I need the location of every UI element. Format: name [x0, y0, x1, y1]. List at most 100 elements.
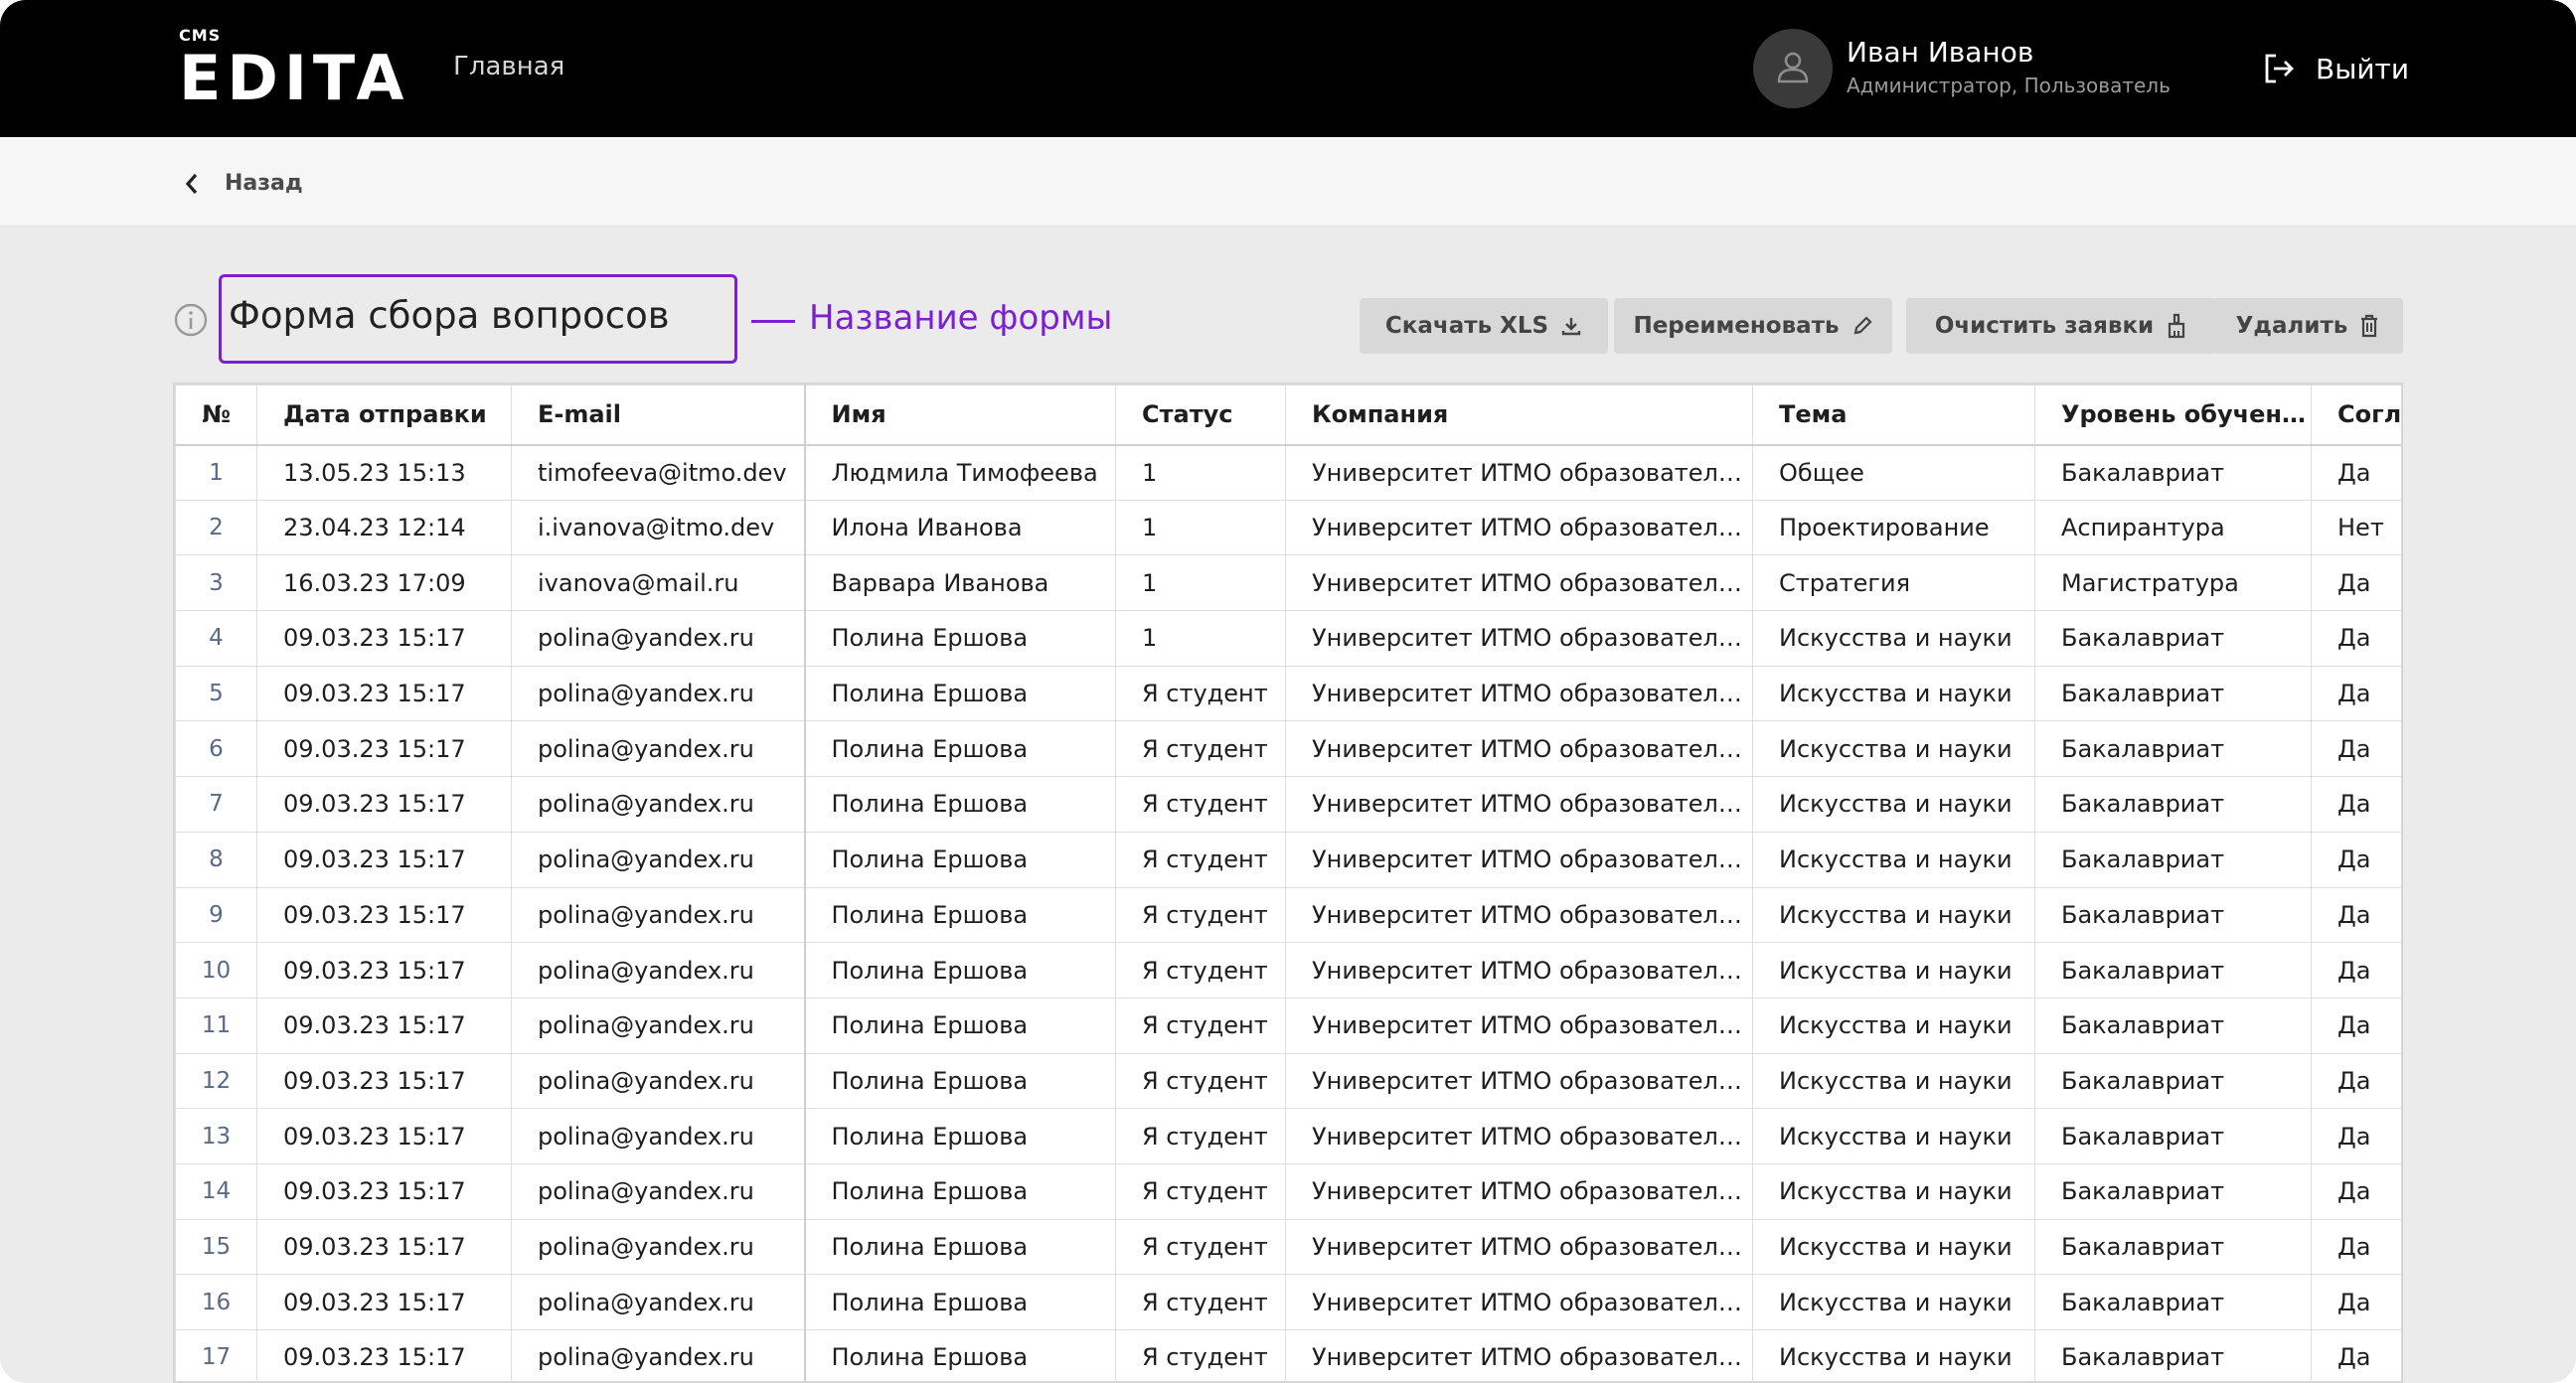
cell-name: Полина Ершова [804, 831, 1116, 888]
cell-name: Полина Ершова [804, 610, 1116, 667]
cell-num: 14 [175, 1162, 257, 1220]
nav-home-link[interactable]: Главная [453, 52, 564, 81]
cell-level: Бакалавриат [2034, 610, 2312, 667]
cell-status: Я студент [1115, 665, 1286, 722]
table-row[interactable]: 16 09.03.23 15:17 polina@yandex.ru Полина Е… [175, 1274, 2401, 1330]
cell-name: Полина Ершова [804, 942, 1116, 999]
table-row[interactable]: 6 09.03.23 15:17 polina@yandex.ru Полина Ер… [175, 720, 2401, 778]
table-row[interactable]: 17 09.03.23 15:17 polina@yandex.ru Полина Е… [175, 1329, 2401, 1381]
cell-level: Бакалавриат [2034, 1052, 2312, 1110]
cell-date: 09.03.23 15:17 [256, 665, 512, 722]
cell-status: Я студент [1115, 886, 1286, 944]
cell-num: 7 [175, 776, 257, 833]
table-header-row: № Дата отправки E-mail Имя Статус Компания Тем… [175, 384, 2401, 446]
cell-company: Университет ИТМО образовательное учрежде… [1285, 499, 1753, 556]
cms-logo[interactable]: CMS EDITA [179, 28, 409, 109]
cell-name: Варвара Иванова [804, 554, 1116, 612]
table-row[interactable]: 7 09.03.23 15:17 polina@yandex.ru Полина Ер… [175, 776, 2401, 833]
cell-email: polina@yandex.ru [511, 1329, 806, 1381]
cell-topic: Искусства и науки [1752, 1052, 2035, 1110]
cell-num: 13 [175, 1108, 257, 1164]
back-button[interactable]: Назад [185, 171, 303, 196]
table-row[interactable]: 11 09.03.23 15:17 polina@yandex.ru Полина Е… [175, 997, 2401, 1054]
cell-level: Бакалавриат [2034, 1108, 2312, 1164]
cell-name: Полина Ершова [804, 720, 1116, 778]
clear-requests-button[interactable]: Очистить заявки [1906, 298, 2216, 354]
annotation-label: Название формы [809, 298, 1113, 338]
cell-date: 09.03.23 15:17 [256, 886, 512, 944]
cell-status: 1 [1115, 444, 1286, 501]
cell-company: Университет ИТМО образовательное учрежде… [1285, 997, 1753, 1054]
page-title: Форма сбора вопросов [229, 294, 670, 337]
column-header-email[interactable]: E-mail [511, 384, 806, 446]
cell-num: 5 [175, 665, 257, 722]
cell-email: polina@yandex.ru [511, 1162, 806, 1220]
table-row[interactable]: 10 09.03.23 15:17 polina@yandex.ru Полина Е… [175, 942, 2401, 999]
info-icon[interactable] [173, 302, 209, 338]
column-header-num[interactable]: № [175, 384, 257, 446]
logout-button[interactable]: Выйти [2262, 52, 2409, 85]
top-navbar: CMS EDITA Главная Иван Иванов Администра… [0, 0, 2576, 137]
table-row[interactable]: 3 16.03.23 17:09 ivanova@mail.ru Варвара Ив… [175, 554, 2401, 612]
breadcrumb-bar: Назад [0, 137, 2576, 227]
delete-button[interactable]: Удалить [2212, 298, 2403, 354]
cell-topic: Искусства и науки [1752, 720, 2035, 778]
table-row[interactable]: 1 13.05.23 15:13 timofeeva@itmo.dev Людмила… [175, 444, 2401, 501]
rename-button[interactable]: Переименовать [1614, 298, 1892, 354]
cell-topic: Искусства и науки [1752, 1274, 2035, 1330]
table-row[interactable]: 15 09.03.23 15:17 polina@yandex.ru Полина Е… [175, 1218, 2401, 1276]
cell-date: 09.03.23 15:17 [256, 1162, 512, 1220]
table-row[interactable]: 8 09.03.23 15:17 polina@yandex.ru Полина Ер… [175, 831, 2401, 888]
cell-level: Бакалавриат [2034, 720, 2312, 778]
column-header-status[interactable]: Статус [1115, 384, 1286, 446]
table-row[interactable]: 2 23.04.23 12:14 i.ivanova@itmo.dev Илона И… [175, 499, 2401, 556]
cell-consent: Да [2311, 942, 2401, 999]
avatar[interactable] [1753, 29, 1833, 108]
cell-topic: Искусства и науки [1752, 1162, 2035, 1220]
column-header-company[interactable]: Компания [1285, 384, 1753, 446]
column-header-topic[interactable]: Тема [1752, 384, 2035, 446]
table-row[interactable]: 5 09.03.23 15:17 polina@yandex.ru Полина Ер… [175, 665, 2401, 722]
cell-topic: Общее [1752, 444, 2035, 501]
cell-name: Полина Ершова [804, 1274, 1116, 1330]
cell-email: polina@yandex.ru [511, 1274, 806, 1330]
trash-icon [2361, 314, 2378, 338]
cell-status: 1 [1115, 610, 1286, 667]
column-header-date[interactable]: Дата отправки [256, 384, 512, 446]
cell-topic: Искусства и науки [1752, 1329, 2035, 1381]
column-header-level[interactable]: Уровень обучения [2034, 384, 2312, 446]
cell-level: Бакалавриат [2034, 886, 2312, 944]
cell-topic: Искусства и науки [1752, 665, 2035, 722]
table-row[interactable]: 9 09.03.23 15:17 polina@yandex.ru Полина Ер… [175, 886, 2401, 944]
cell-date: 23.04.23 12:14 [256, 499, 512, 556]
download-xls-button[interactable]: Скачать XLS [1360, 298, 1608, 354]
table-row[interactable]: 14 09.03.23 15:17 polina@yandex.ru Полина Е… [175, 1162, 2401, 1220]
cell-num: 11 [175, 997, 257, 1054]
cell-status: Я студент [1115, 1218, 1286, 1276]
cell-status: Я студент [1115, 997, 1286, 1054]
cell-date: 09.03.23 15:17 [256, 776, 512, 833]
cell-level: Бакалавриат [2034, 942, 2312, 999]
cell-num: 1 [175, 444, 257, 501]
table-body: 1 13.05.23 15:13 timofeeva@itmo.dev Людмила… [175, 444, 2401, 1381]
cell-email: polina@yandex.ru [511, 720, 806, 778]
cell-name: Илона Иванова [804, 499, 1116, 556]
cell-name: Людмила Тимофеева [804, 444, 1116, 501]
cell-date: 09.03.23 15:17 [256, 831, 512, 888]
cell-company: Университет ИТМО образовательное учрежде… [1285, 665, 1753, 722]
column-header-consent[interactable]: Согла [2311, 384, 2401, 446]
cell-num: 6 [175, 720, 257, 778]
table-row[interactable]: 4 09.03.23 15:17 polina@yandex.ru Полина Ер… [175, 610, 2401, 667]
cell-topic: Стратегия [1752, 554, 2035, 612]
cell-consent: Да [2311, 997, 2401, 1054]
table-row[interactable]: 12 09.03.23 15:17 polina@yandex.ru Полина Е… [175, 1052, 2401, 1110]
cell-email: polina@yandex.ru [511, 942, 806, 999]
cell-topic: Искусства и науки [1752, 886, 2035, 944]
cell-company: Университет ИТМО образовательное учрежде… [1285, 942, 1753, 999]
user-role: Администратор, Пользователь [1847, 74, 2171, 97]
column-header-name[interactable]: Имя [804, 384, 1116, 446]
cell-topic: Искусства и науки [1752, 831, 2035, 888]
table-row[interactable]: 13 09.03.23 15:17 polina@yandex.ru Полина Е… [175, 1108, 2401, 1164]
cell-name: Полина Ершова [804, 997, 1116, 1054]
cell-num: 12 [175, 1052, 257, 1110]
